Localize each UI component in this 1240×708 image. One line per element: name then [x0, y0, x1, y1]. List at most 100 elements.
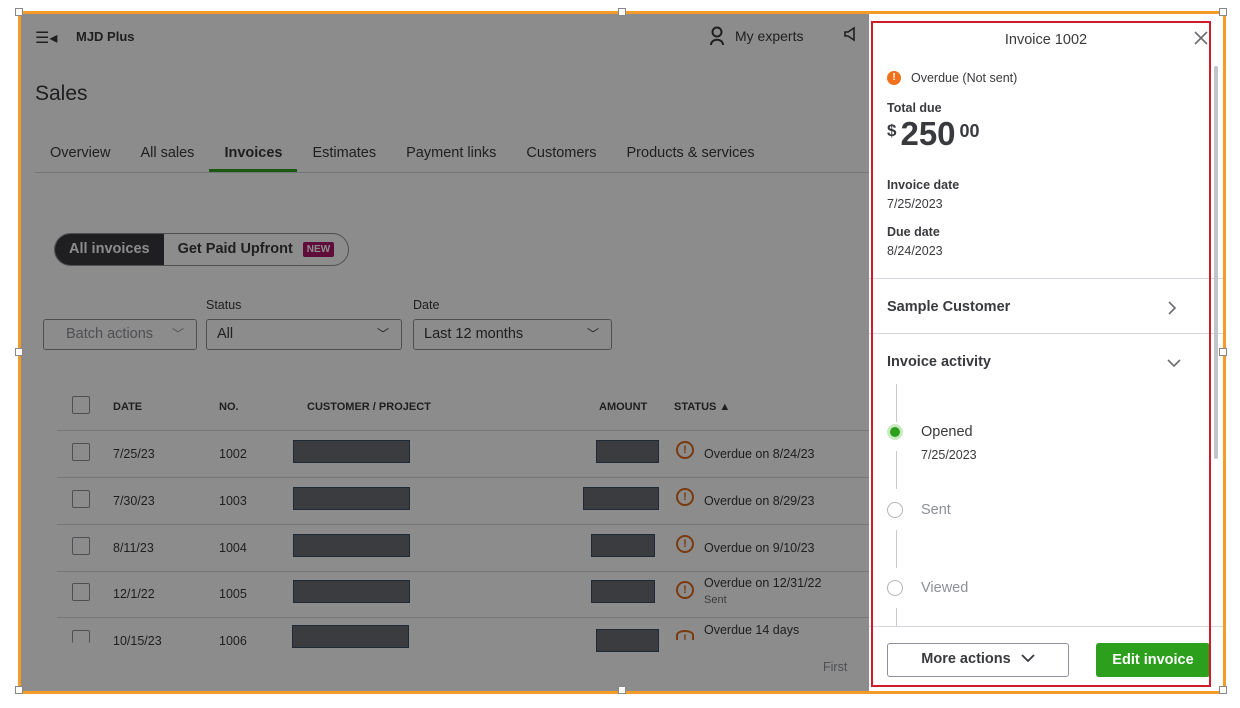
table-row[interactable]: 10/15/23 1006 ! Overdue 14 days — [57, 618, 869, 664]
chevron-down-icon: ﹀ — [171, 327, 184, 341]
resize-handle — [618, 8, 626, 16]
select-all-checkbox[interactable] — [72, 396, 90, 414]
row-checkbox[interactable] — [72, 630, 90, 643]
top-bar: ☰◂ MJD Plus My experts — [21, 14, 869, 60]
table-header: DATE NO. CUSTOMER / PROJECT AMOUNT STATU… — [57, 392, 869, 431]
column-no[interactable]: NO. — [219, 401, 239, 413]
total-due-amount: $250 00 — [887, 115, 980, 153]
row-number: 1005 — [219, 587, 247, 601]
status-filter-value: All — [217, 326, 234, 342]
row-number: 1003 — [219, 494, 247, 508]
invoice-activity-header[interactable]: Invoice activity — [887, 354, 991, 370]
row-status: Overdue on 12/31/22 — [704, 576, 822, 590]
my-experts-button[interactable]: My experts — [709, 26, 803, 46]
batch-actions-label: Batch actions — [66, 326, 154, 342]
redacted-customer — [293, 534, 410, 557]
column-date[interactable]: DATE — [113, 401, 142, 413]
date-filter-value: Last 12 months — [424, 326, 524, 342]
panel-scrollbar[interactable] — [1214, 66, 1218, 459]
divider — [869, 333, 1223, 334]
total-due-label: Total due — [887, 101, 942, 115]
resize-handle — [15, 348, 23, 356]
timeline-line — [896, 451, 897, 489]
redacted-amount — [591, 580, 655, 603]
chevron-down-icon: ﹀ — [376, 327, 389, 341]
company-name: MJD Plus — [76, 29, 135, 44]
step-opened-dot — [887, 424, 903, 440]
tab-payment-links[interactable]: Payment links — [391, 138, 511, 172]
sales-page: ☰◂ MJD Plus My experts Sales Overview Al… — [21, 14, 869, 691]
overdue-icon: ! — [676, 630, 694, 640]
chevron-right-icon[interactable] — [1167, 301, 1177, 315]
redacted-customer — [293, 440, 410, 463]
row-checkbox[interactable] — [72, 443, 90, 461]
invoice-detail-panel: Invoice 1002 ! Overdue (Not sent) Total … — [869, 14, 1223, 691]
table-row[interactable]: 7/25/23 1002 ! Overdue on 8/24/23 — [57, 431, 869, 478]
resize-handle — [1219, 8, 1227, 16]
resize-handle — [1219, 348, 1227, 356]
row-status: Overdue on 8/24/23 — [704, 447, 815, 461]
row-checkbox[interactable] — [72, 490, 90, 508]
currency-symbol: $ — [887, 121, 897, 140]
redacted-customer — [292, 625, 409, 648]
table-row[interactable]: 12/1/22 1005 ! Overdue on 12/31/22 Sent — [57, 571, 869, 618]
get-paid-upfront-label: Get Paid Upfront — [177, 241, 293, 257]
tab-overview[interactable]: Overview — [35, 138, 125, 172]
sales-tabs: Overview All sales Invoices Estimates Pa… — [35, 138, 869, 173]
step-sent-label: Sent — [921, 502, 951, 518]
tab-products-services[interactable]: Products & services — [612, 138, 770, 172]
batch-actions-dropdown[interactable]: Batch actions ﹀ — [43, 319, 197, 350]
edit-invoice-button[interactable]: Edit invoice — [1096, 643, 1210, 677]
table-row[interactable]: 7/30/23 1003 ! Overdue on 8/29/23 — [57, 478, 869, 525]
step-opened-date: 7/25/2023 — [921, 448, 977, 462]
chevron-down-icon[interactable] — [1167, 358, 1181, 368]
row-date: 10/15/23 — [113, 634, 162, 648]
all-invoices-label: All invoices — [69, 241, 150, 257]
customer-link[interactable]: Sample Customer — [887, 299, 1010, 315]
row-date: 12/1/22 — [113, 587, 155, 601]
column-customer[interactable]: CUSTOMER / PROJECT — [307, 401, 431, 413]
all-invoices-button[interactable]: All invoices — [55, 234, 164, 265]
invoice-date-label: Invoice date — [887, 178, 960, 192]
resize-handle — [1219, 686, 1227, 694]
menu-collapse-icon[interactable]: ☰◂ — [35, 28, 57, 48]
row-checkbox[interactable] — [72, 583, 90, 601]
row-date: 7/30/23 — [113, 494, 155, 508]
row-status: Overdue 14 days — [704, 623, 800, 637]
overdue-icon: ! — [676, 441, 694, 459]
row-date: 8/11/23 — [113, 541, 154, 555]
chevron-down-icon: ﹀ — [586, 327, 599, 341]
tab-all-sales[interactable]: All sales — [125, 138, 209, 172]
panel-footer: More actions Edit invoice — [869, 626, 1223, 691]
tab-customers[interactable]: Customers — [511, 138, 611, 172]
resize-handle — [618, 686, 626, 694]
amount-whole: 250 — [900, 115, 956, 152]
row-checkbox[interactable] — [72, 537, 90, 555]
timeline-line — [896, 530, 897, 568]
row-number: 1002 — [219, 447, 247, 461]
column-status[interactable]: STATUS ▲ — [674, 401, 730, 413]
get-paid-upfront-button[interactable]: Get Paid Upfront NEW — [164, 234, 349, 265]
pagination-first[interactable]: First — [823, 660, 847, 674]
screenshot-frame: ☰◂ MJD Plus My experts Sales Overview Al… — [18, 11, 1226, 694]
due-date-label: Due date — [887, 225, 940, 239]
invoice-view-toggle: All invoices Get Paid Upfront NEW — [54, 233, 350, 266]
row-number: 1006 — [219, 634, 247, 648]
redacted-amount — [583, 487, 659, 510]
close-icon[interactable] — [1194, 31, 1208, 45]
date-filter-dropdown[interactable]: Last 12 months ﹀ — [413, 319, 612, 350]
invoice-date-value: 7/25/2023 — [887, 197, 943, 211]
row-status: Overdue on 9/10/23 — [704, 541, 815, 555]
tab-estimates[interactable]: Estimates — [297, 138, 391, 172]
redacted-amount — [596, 629, 659, 652]
redacted-amount — [596, 440, 659, 463]
column-amount[interactable]: AMOUNT — [599, 401, 647, 413]
table-row[interactable]: 8/11/23 1004 ! Overdue on 9/10/23 — [57, 525, 869, 572]
divider — [869, 278, 1223, 279]
tab-invoices[interactable]: Invoices — [209, 138, 298, 172]
megaphone-icon[interactable] — [843, 26, 859, 42]
timeline-line — [896, 384, 897, 422]
overdue-icon: ! — [676, 535, 694, 553]
more-actions-button[interactable]: More actions — [887, 643, 1069, 677]
status-filter-dropdown[interactable]: All ﹀ — [206, 319, 402, 350]
